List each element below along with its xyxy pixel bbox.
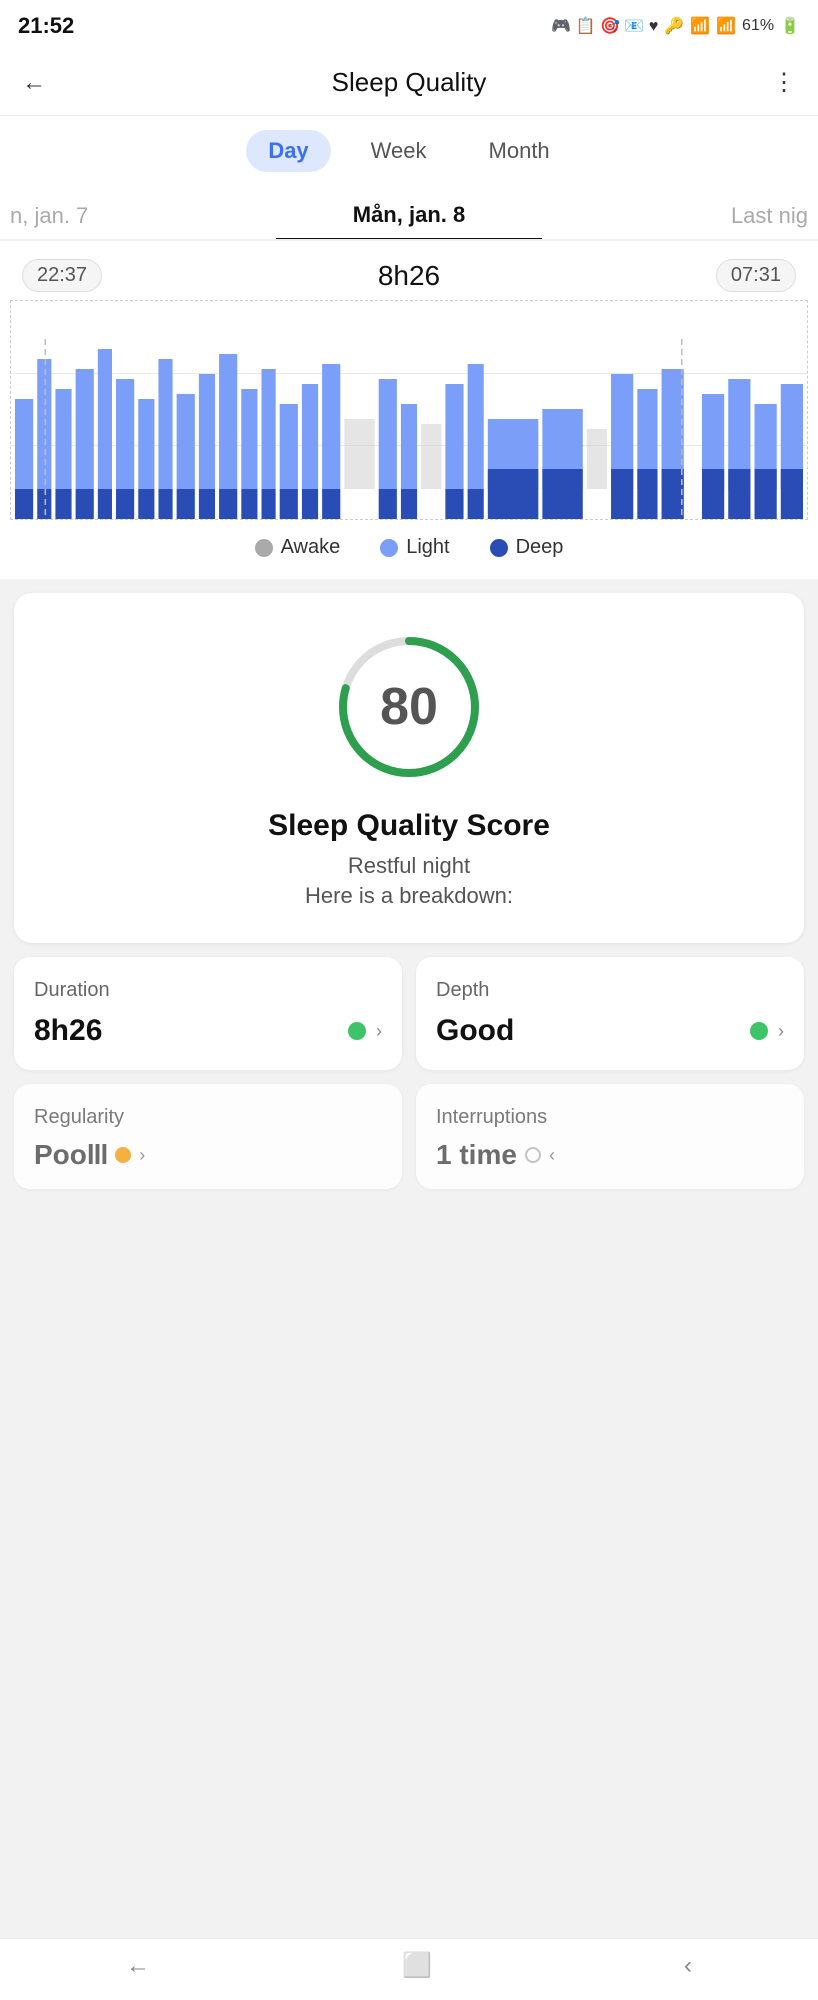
regularity-chevron-icon: › [139, 1145, 145, 1166]
depth-chevron-icon: › [778, 1021, 784, 1042]
status-icons: 🎮 📋 🎯 📧 ♥ 🔑 📶 📶 61% 🔋 [551, 16, 800, 36]
date-prev[interactable]: n, jan. 7 [0, 189, 276, 239]
tab-day[interactable]: Day [246, 130, 330, 172]
page-title: Sleep Quality [332, 67, 487, 98]
nav-back-button[interactable]: ← [126, 1952, 150, 1980]
signal-icon: 📶 [716, 16, 736, 36]
back-button[interactable]: ← [18, 65, 50, 101]
interruptions-label: Interruptions [436, 1106, 784, 1129]
battery-icon: 🔋 [780, 16, 800, 36]
regularity-value-row: Poolll › [34, 1139, 382, 1171]
interruptions-card[interactable]: Interruptions 1 time ‹ [416, 1084, 804, 1189]
light-label: Light [406, 536, 449, 559]
duration-value-row: 8h26 › [34, 1014, 382, 1048]
duration-status-dot [348, 1022, 366, 1040]
interruptions-value: 1 time [436, 1139, 517, 1171]
notification-icons: 🎮 📋 🎯 📧 ♥ [551, 16, 658, 36]
breakdown-row-1: Duration 8h26 › Depth Good › [14, 957, 804, 1070]
depth-value: Good [436, 1014, 740, 1048]
header: ← Sleep Quality ⋮ [0, 52, 818, 116]
sleep-bar-chart [15, 339, 803, 519]
score-circle: 80 [329, 627, 489, 787]
date-next[interactable]: Last nig [542, 189, 818, 239]
sleep-duration: 8h26 [378, 260, 440, 292]
nav-forward-button[interactable]: ‹ [684, 1952, 692, 1980]
score-number: 80 [380, 677, 438, 737]
score-title: Sleep Quality Score [268, 809, 550, 843]
sleep-start: 22:37 [22, 259, 102, 292]
score-desc: Here is a breakdown: [305, 883, 513, 909]
tab-bar: Day Week Month [0, 116, 818, 188]
status-bar: 21:52 🎮 📋 🎯 📧 ♥ 🔑 📶 📶 61% 🔋 [0, 0, 818, 52]
legend-light: Light [380, 536, 449, 559]
date-current[interactable]: Mån, jan. 8 [276, 188, 542, 241]
depth-label: Depth [436, 979, 784, 1002]
menu-button[interactable]: ⋮ [768, 64, 800, 101]
interruptions-chevron-icon: ‹ [549, 1145, 555, 1166]
tab-month[interactable]: Month [467, 130, 572, 172]
deep-dot [490, 539, 508, 557]
light-dot [380, 539, 398, 557]
score-card: 80 Sleep Quality Score Restful night Her… [14, 593, 804, 943]
regularity-value: Poolll [34, 1139, 107, 1171]
awake-label: Awake [281, 536, 341, 559]
tab-week[interactable]: Week [349, 130, 449, 172]
depth-value-row: Good › [436, 1014, 784, 1048]
sleep-times: 22:37 8h26 07:31 [0, 241, 818, 300]
status-time: 21:52 [18, 13, 74, 39]
legend-awake: Awake [255, 536, 341, 559]
sleep-legend: Awake Light Deep [0, 520, 818, 579]
sleep-end: 07:31 [716, 259, 796, 292]
key-icon: 🔑 [664, 16, 684, 36]
duration-card[interactable]: Duration 8h26 › [14, 957, 402, 1070]
chart-border [10, 300, 808, 520]
battery-percent: 61% [742, 17, 774, 35]
score-subtitle: Restful night [348, 853, 470, 879]
depth-card[interactable]: Depth Good › [416, 957, 804, 1070]
chart-bars [11, 339, 807, 519]
duration-label: Duration [34, 979, 382, 1002]
duration-value: 8h26 [34, 1014, 338, 1048]
duration-chevron-icon: › [376, 1021, 382, 1042]
breakdown-row-2: Regularity Poolll › Interruptions 1 time… [14, 1084, 804, 1189]
bottom-nav: ← ⬜ ‹ [0, 1938, 818, 2000]
awake-dot [255, 539, 273, 557]
interruptions-status-dot [525, 1147, 541, 1163]
sleep-chart [0, 300, 818, 520]
date-navigation: n, jan. 7 Mån, jan. 8 Last nig [0, 188, 818, 241]
depth-status-dot [750, 1022, 768, 1040]
regularity-label: Regularity [34, 1106, 382, 1129]
nav-home-button[interactable]: ⬜ [402, 1951, 432, 1980]
wifi-icon: 📶 [690, 16, 710, 36]
regularity-status-dot [115, 1147, 131, 1163]
legend-deep: Deep [490, 536, 564, 559]
interruptions-value-row: 1 time ‹ [436, 1139, 784, 1171]
deep-label: Deep [516, 536, 564, 559]
regularity-card[interactable]: Regularity Poolll › [14, 1084, 402, 1189]
